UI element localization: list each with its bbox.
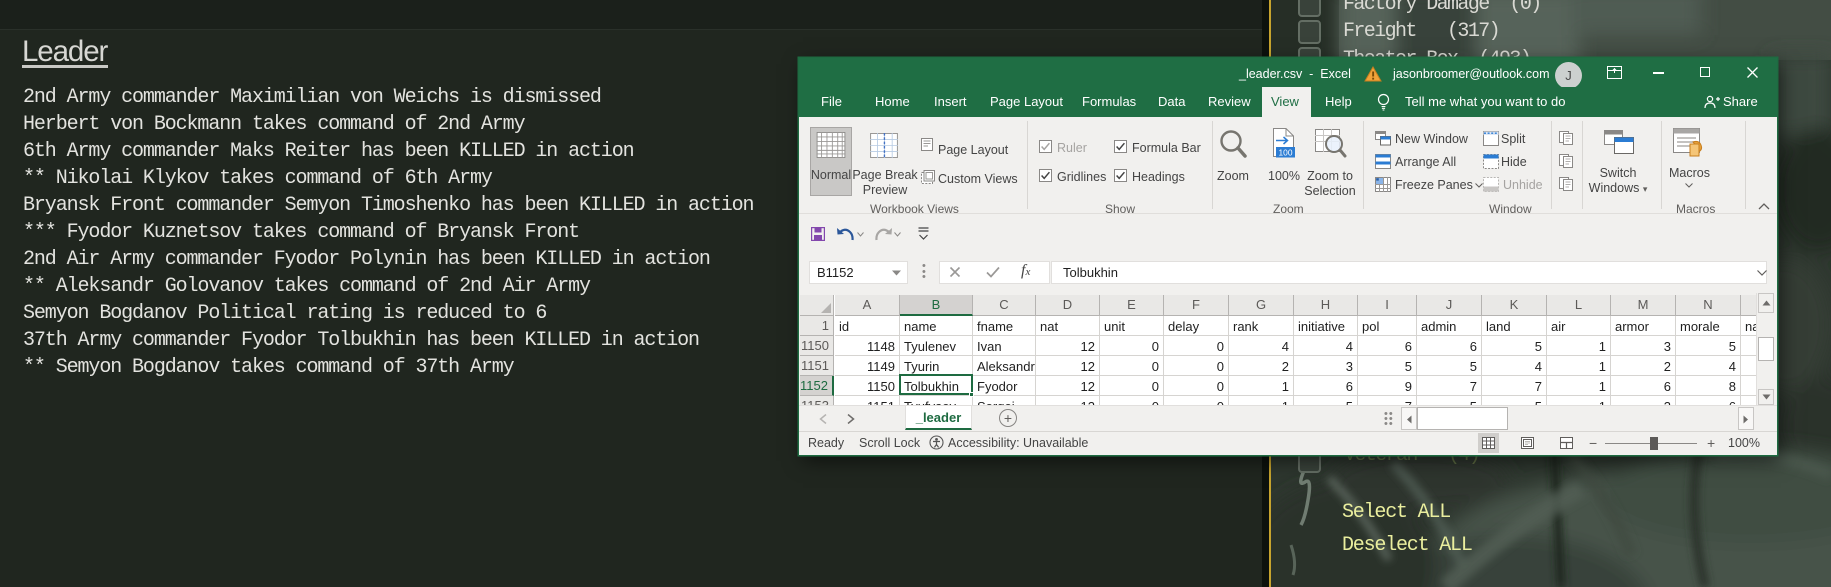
svg-text:100: 100: [1279, 148, 1293, 158]
